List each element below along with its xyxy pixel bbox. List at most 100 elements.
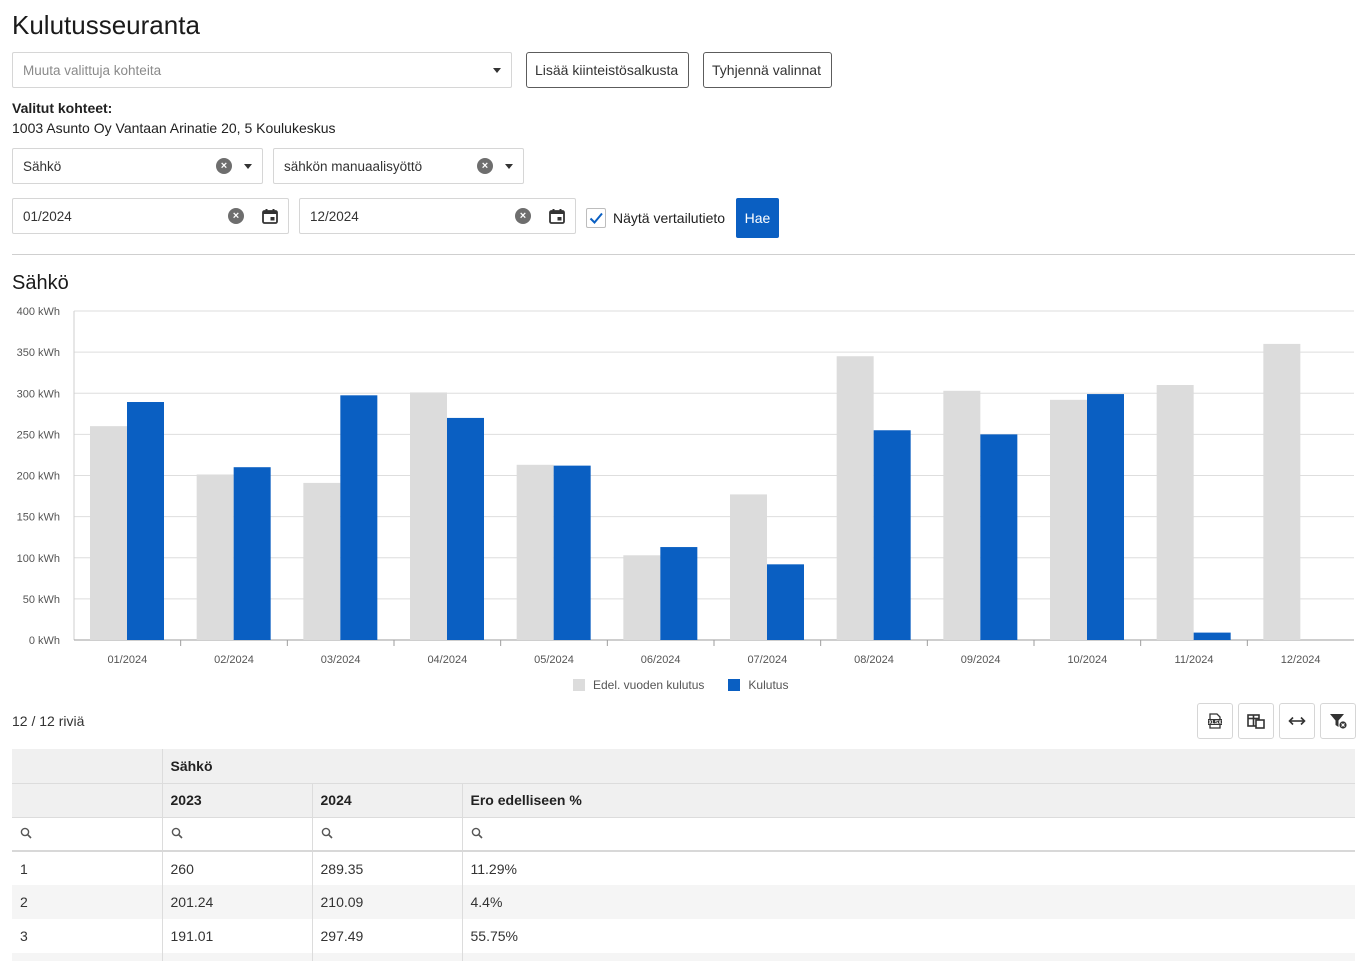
x-tick-label: 04/2024	[427, 654, 467, 666]
consumption-type-value: Sähkö	[23, 158, 62, 174]
end-date-field[interactable]: 12/2024 ×	[299, 198, 576, 234]
cell-difference	[462, 953, 1355, 961]
bar-previous-year	[623, 555, 661, 640]
bar-consumption	[1193, 632, 1231, 640]
x-tick-label: 09/2024	[961, 654, 1001, 666]
divider	[12, 254, 1355, 255]
column-header-2024[interactable]: 2024	[312, 783, 463, 818]
clear-filter-button[interactable]	[1320, 703, 1356, 739]
compare-label[interactable]: Näytä vertailutieto	[613, 210, 725, 226]
calendar-icon[interactable]	[262, 208, 278, 224]
target-select[interactable]: Muuta valittuja kohteita	[12, 52, 512, 88]
filter-cell-2023[interactable]	[162, 817, 313, 852]
meter-source-select[interactable]: sähkön manuaalisyöttö ×	[273, 148, 524, 184]
grid-group-header[interactable]: Sähkö	[162, 749, 1355, 784]
cell-2023: 201.24	[162, 885, 313, 919]
column-chooser-icon	[1247, 714, 1265, 729]
y-tick-label: 300 kWh	[17, 388, 60, 400]
bar-previous-year	[303, 482, 341, 640]
search-icon	[171, 827, 183, 839]
bar-previous-year	[943, 390, 981, 640]
grid-column-header-row: 2023 2024 Ero edelliseen %	[12, 783, 1355, 818]
table-row[interactable]: 3 191.01 297.49 55.75%	[12, 919, 1355, 953]
clear-filter-icon	[1330, 714, 1347, 729]
table-row[interactable]: 1 260 289.35 11.29%	[12, 851, 1355, 885]
cell-month: 2	[12, 885, 163, 919]
legend-label-consumption: Kulutus	[748, 678, 789, 692]
clear-selections-button[interactable]: Tyhjennä valinnat	[703, 52, 832, 88]
clear-icon[interactable]: ×	[515, 208, 531, 224]
cell-month: 3	[12, 919, 163, 953]
table-row[interactable]: 2 201.24 210.09 4.4%	[12, 885, 1355, 919]
bar-previous-year	[196, 474, 234, 640]
search-button[interactable]: Hae	[736, 198, 779, 238]
bar-consumption	[1087, 394, 1124, 640]
clear-icon[interactable]: ×	[477, 158, 493, 174]
column-chooser-button[interactable]	[1238, 703, 1274, 739]
chevron-down-icon[interactable]	[505, 163, 513, 169]
cell-2023: 191.01	[162, 919, 313, 953]
cell-difference: 55.75%	[470, 928, 518, 944]
x-tick-label: 06/2024	[641, 654, 681, 666]
page-title: Kulutusseuranta	[12, 10, 200, 40]
compare-checkbox[interactable]	[586, 208, 606, 228]
excel-export-button[interactable]: XLSX	[1197, 703, 1233, 739]
grid-header-empty	[12, 783, 163, 818]
legend-label-previous-year: Edel. vuoden kulutus	[593, 678, 705, 692]
clear-icon[interactable]: ×	[228, 208, 244, 224]
fit-columns-button[interactable]	[1279, 703, 1315, 739]
add-from-portfolio-button[interactable]: Lisää kiinteistösalkusta	[526, 52, 689, 88]
table-row[interactable]	[12, 953, 1355, 961]
start-date-value: 01/2024	[23, 208, 72, 224]
column-header-2023[interactable]: 2023	[162, 783, 313, 818]
target-select-placeholder: Muuta valittuja kohteita	[23, 62, 162, 78]
bar-consumption	[660, 547, 698, 640]
bar-consumption	[553, 465, 591, 640]
checkmark-icon	[589, 212, 603, 224]
x-tick-label: 07/2024	[747, 654, 787, 666]
filter-cell-difference[interactable]	[462, 817, 1355, 852]
cell-difference: 11.29%	[470, 860, 517, 877]
bar-previous-year	[730, 494, 767, 640]
y-tick-label: 150 kWh	[17, 512, 60, 524]
cell-2024: 210.09	[312, 885, 463, 919]
bar-previous-year	[1263, 343, 1301, 640]
start-date-field[interactable]: 01/2024 ×	[12, 198, 289, 234]
x-tick-label: 03/2024	[321, 654, 361, 666]
bar-consumption	[340, 395, 378, 640]
grid-filter-row	[12, 817, 1355, 852]
y-tick-label: 100 kWh	[17, 553, 60, 565]
search-icon	[321, 827, 333, 839]
legend-item-consumption[interactable]: Kulutus	[728, 678, 788, 692]
legend-swatch-consumption	[728, 679, 741, 691]
bar-consumption	[980, 434, 1018, 640]
selected-target-value: 1003 Asunto Oy Vantaan Arinatie 20, 5 Ko…	[12, 120, 336, 136]
x-tick-label: 02/2024	[214, 654, 254, 666]
bar-previous-year	[516, 464, 554, 640]
consumption-bar-chart: 0 kWh 50 kWh 100 kWh 150 kWh 200 kWh 250 kWh 3…	[17, 306, 1354, 666]
legend-swatch-previous-year	[573, 679, 585, 691]
chevron-down-icon[interactable]	[244, 163, 252, 169]
bar-consumption	[233, 467, 271, 640]
grid-group-header-row: Sähkö	[12, 749, 1355, 784]
row-count: 12 / 12 riviä	[12, 713, 85, 729]
cell-2023: 260	[162, 851, 313, 885]
chevron-down-icon[interactable]	[493, 67, 501, 73]
x-tick-label: 11/2024	[1175, 654, 1214, 666]
legend-item-previous-year[interactable]: Edel. vuoden kulutus	[573, 678, 704, 692]
cell-month	[12, 953, 163, 961]
column-header-difference[interactable]: Ero edelliseen %	[462, 783, 1355, 818]
bar-consumption	[767, 564, 804, 640]
bar-previous-year	[410, 392, 447, 640]
consumption-type-select[interactable]: Sähkö ×	[12, 148, 263, 184]
x-tick-label: 05/2024	[534, 654, 574, 666]
x-tick-label: 01/2024	[107, 654, 147, 666]
bar-consumption	[447, 417, 484, 640]
calendar-icon[interactable]	[549, 208, 565, 224]
filter-cell-month[interactable]	[12, 817, 163, 852]
clear-icon[interactable]: ×	[216, 158, 232, 174]
y-tick-label: 400 kWh	[17, 306, 60, 318]
filter-cell-2024[interactable]	[312, 817, 463, 852]
x-tick-label: 12/2024	[1281, 654, 1321, 666]
cell-month: 1	[12, 851, 163, 885]
